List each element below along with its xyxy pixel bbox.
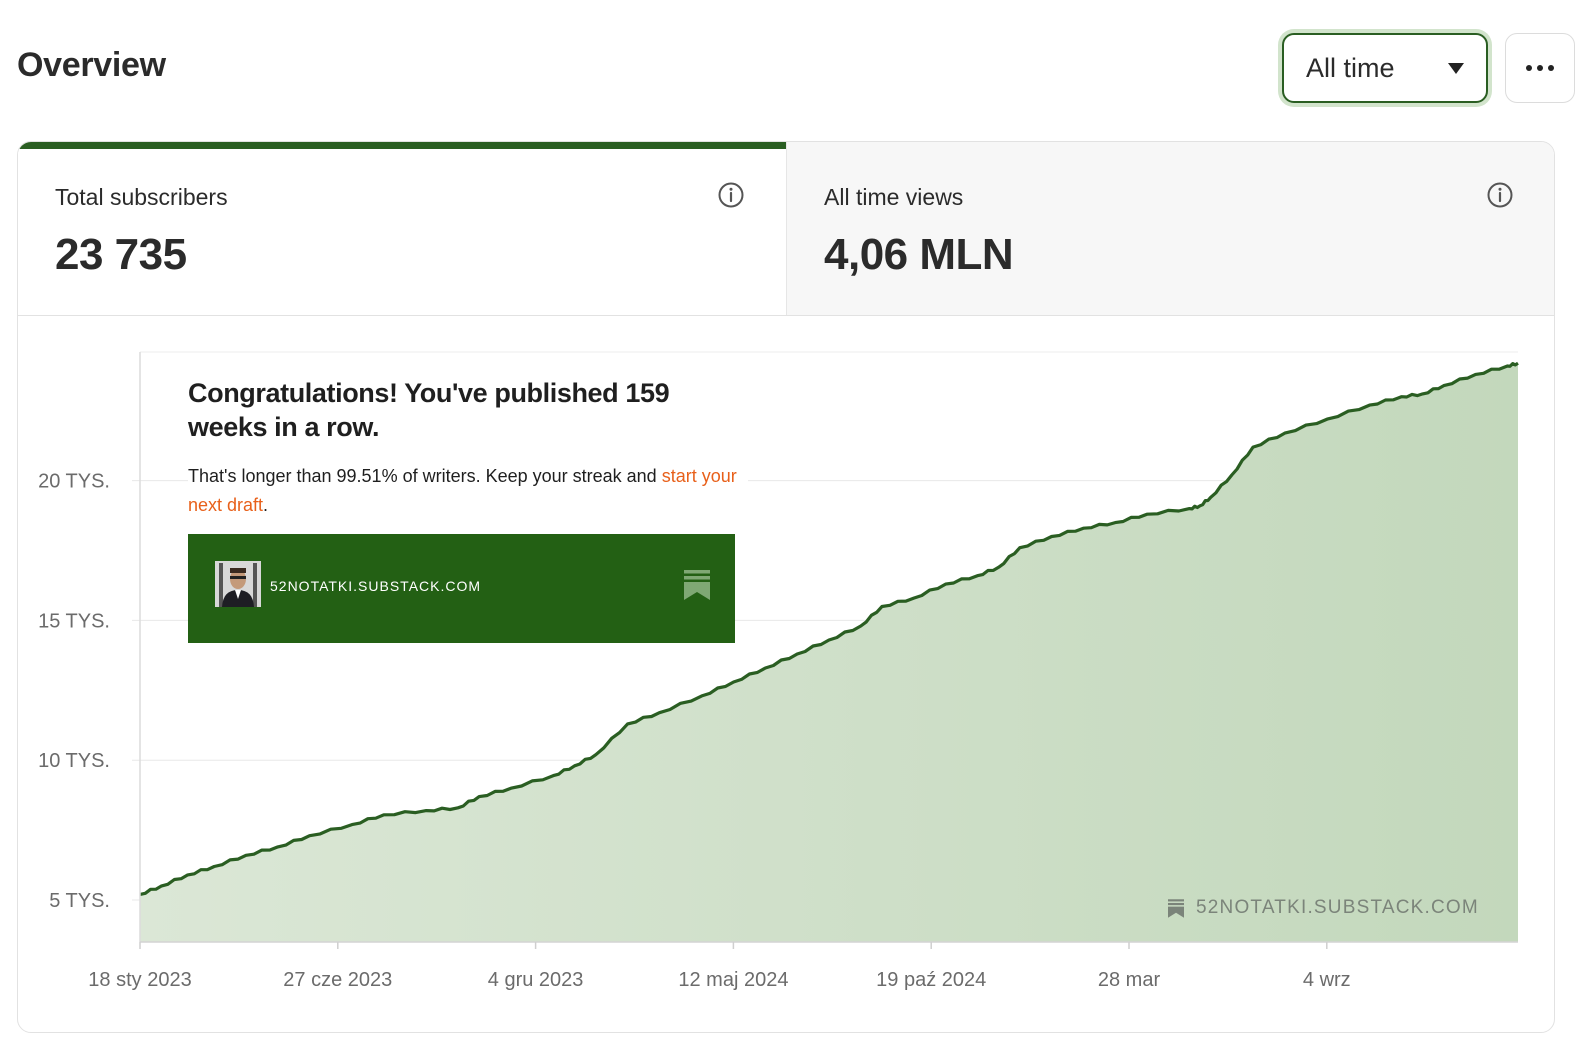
y-tick-label: 10 TYS. [38, 750, 110, 772]
y-tick-label: 20 TYS. [38, 471, 110, 493]
time-range-value: All time [1306, 52, 1395, 83]
x-tick-label: 4 gru 2023 [488, 969, 584, 991]
ellipsis-dot [1526, 65, 1532, 71]
y-tick-label: 5 TYS. [49, 890, 110, 912]
x-tick-label: 27 cze 2023 [283, 969, 392, 991]
x-tick-label: 12 maj 2024 [678, 969, 788, 991]
y-tick-label: 15 TYS. [38, 610, 110, 632]
publication-banner[interactable]: 52NOTATKI.SUBSTACK.COM [188, 534, 735, 643]
author-avatar [215, 561, 261, 607]
ellipsis-dot [1537, 65, 1543, 71]
x-tick-label: 4 wrz [1303, 969, 1351, 991]
x-tick-label: 18 sty 2023 [88, 969, 191, 991]
ellipsis-dot [1548, 65, 1554, 71]
publication-name: 52NOTATKI.SUBSTACK.COM [270, 578, 482, 594]
streak-text-before: That's longer than 99.51% of writers. Ke… [188, 466, 662, 486]
streak-title: Congratulations! You've published 159 we… [188, 378, 670, 442]
watermark-text: 52NOTATKI.SUBSTACK.COM [1196, 897, 1479, 918]
page-title: Overview [17, 46, 166, 84]
overview-card: Total subscribers 23 735 All time views … [17, 141, 1555, 1033]
substack-logo-icon [1168, 898, 1184, 918]
time-range-dropdown[interactable]: All time [1282, 33, 1488, 103]
streak-text: That's longer than 99.51% of writers. Ke… [188, 462, 748, 520]
substack-logo-icon [684, 570, 710, 600]
caret-down-icon [1448, 62, 1464, 74]
streak-callout: Congratulations! You've published 159 we… [188, 374, 748, 520]
more-options-button[interactable] [1505, 33, 1575, 103]
x-tick-label: 19 paź 2024 [876, 969, 986, 991]
chart-watermark: 52NOTATKI.SUBSTACK.COM [1168, 897, 1479, 919]
x-tick-label: 28 mar [1098, 969, 1161, 991]
streak-text-after: . [263, 495, 269, 515]
